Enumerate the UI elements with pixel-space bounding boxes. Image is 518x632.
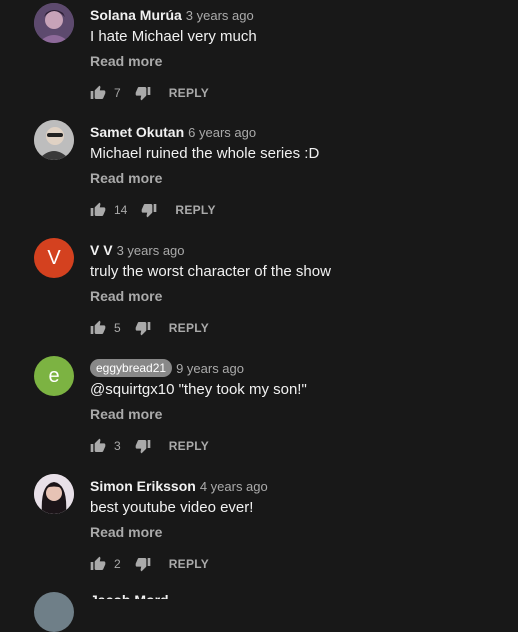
- comment-actions: 7 REPLY: [90, 83, 209, 103]
- reply-button[interactable]: REPLY: [169, 557, 209, 571]
- comment-text: I hate Michael very much: [90, 28, 257, 45]
- thumb-down-icon[interactable]: [135, 438, 151, 454]
- author-name[interactable]: Samet Okutan: [90, 124, 184, 140]
- profile-photo-icon: [34, 3, 74, 43]
- comment-text: best youtube video ever!: [90, 499, 254, 516]
- avatar-letter: e: [48, 364, 60, 387]
- read-more-link[interactable]: Read more: [90, 288, 162, 304]
- comment-actions: 3 REPLY: [90, 436, 209, 456]
- thumb-down-icon[interactable]: [135, 320, 151, 336]
- avatar-letter: V: [47, 246, 61, 269]
- comment-header: Solana Murúa 3 years ago: [90, 3, 254, 27]
- read-more-link[interactable]: Read more: [90, 170, 162, 186]
- like-count: 14: [114, 203, 128, 217]
- comment-header: Samet Okutan 6 years ago: [90, 120, 256, 144]
- comment-text: Michael ruined the whole series :D: [90, 145, 320, 162]
- avatar[interactable]: [34, 3, 74, 43]
- like-count: 5: [114, 321, 121, 335]
- thumb-down-icon[interactable]: [141, 202, 157, 218]
- reply-button[interactable]: REPLY: [169, 321, 209, 335]
- avatar[interactable]: [34, 120, 74, 160]
- like-count: 2: [114, 557, 121, 571]
- author-name[interactable]: V V: [90, 242, 113, 258]
- reply-button[interactable]: REPLY: [169, 439, 209, 453]
- comment-header: Simon Eriksson 4 years ago: [90, 474, 268, 498]
- timestamp[interactable]: 9 years ago: [176, 361, 244, 376]
- thumb-up-icon[interactable]: [90, 556, 106, 572]
- thumb-up-icon[interactable]: [90, 438, 106, 454]
- comment-text: truly the worst character of the show: [90, 263, 331, 280]
- comment-item: e eggybread21 9 years ago @squirtgx10 "t…: [0, 356, 518, 474]
- thumb-up-icon[interactable]: [90, 320, 106, 336]
- comment-item: Simon Eriksson 4 years ago best youtube …: [0, 474, 518, 592]
- timestamp[interactable]: 3 years ago: [117, 243, 185, 258]
- comment-actions: 5 REPLY: [90, 318, 209, 338]
- avatar[interactable]: V: [34, 238, 74, 278]
- avatar[interactable]: [34, 592, 74, 632]
- comment-actions: 2 REPLY: [90, 554, 209, 574]
- reply-button[interactable]: REPLY: [175, 203, 215, 217]
- profile-photo-icon: [34, 474, 74, 514]
- thumb-down-icon[interactable]: [135, 85, 151, 101]
- comment-text: @squirtgx10 "they took my son!": [90, 381, 307, 398]
- comment-header: V V 3 years ago: [90, 238, 185, 262]
- thumb-up-icon[interactable]: [90, 85, 106, 101]
- timestamp[interactable]: 4 years ago: [200, 479, 268, 494]
- comment-item: Solana Murúa 3 years ago I hate Michael …: [0, 3, 518, 121]
- avatar[interactable]: e: [34, 356, 74, 396]
- like-count: 7: [114, 86, 121, 100]
- comment-header: eggybread21 9 years ago: [90, 356, 244, 380]
- read-more-link[interactable]: Read more: [90, 53, 162, 69]
- thumb-up-icon[interactable]: [90, 202, 106, 218]
- read-more-link[interactable]: Read more: [90, 406, 162, 422]
- author-name[interactable]: Solana Murúa: [90, 7, 182, 23]
- comment-actions: 14 REPLY: [90, 200, 216, 220]
- author-name-badge[interactable]: eggybread21: [90, 359, 173, 377]
- author-name[interactable]: Simon Eriksson: [90, 478, 196, 494]
- comment-item: V V V 3 years ago truly the worst charac…: [0, 238, 518, 356]
- timestamp[interactable]: 3 years ago: [186, 8, 254, 23]
- comment-item: Samet Okutan 6 years ago Michael ruined …: [0, 120, 518, 238]
- thumb-down-icon[interactable]: [135, 556, 151, 572]
- profile-photo-icon: [34, 120, 74, 160]
- reply-button[interactable]: REPLY: [169, 86, 209, 100]
- avatar[interactable]: [34, 474, 74, 514]
- like-count: 3: [114, 439, 121, 453]
- read-more-link[interactable]: Read more: [90, 524, 162, 540]
- timestamp[interactable]: 6 years ago: [188, 125, 256, 140]
- author-name[interactable]: Jacob Mord: [90, 592, 169, 599]
